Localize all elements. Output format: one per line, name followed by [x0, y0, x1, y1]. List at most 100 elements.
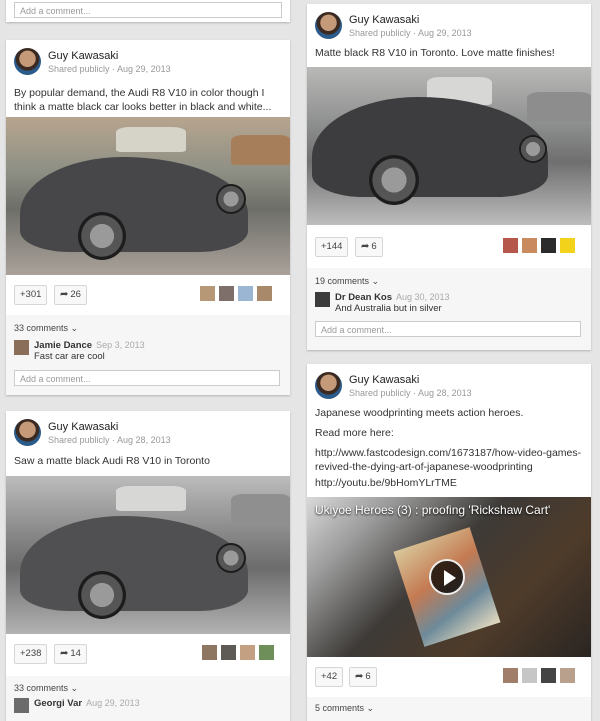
share-count: 6 — [365, 671, 371, 682]
face-avatar[interactable] — [238, 286, 253, 301]
photo-car — [312, 97, 548, 197]
post-photo[interactable] — [6, 476, 290, 634]
post-card: Guy Kawasaki Shared publicly · Aug 28, 2… — [307, 364, 591, 721]
share-count: 26 — [70, 289, 81, 300]
share-arrow-icon: ➦ — [60, 289, 69, 300]
post-photo[interactable] — [6, 117, 290, 275]
post-meta: Shared publicly · Aug 28, 2013 — [349, 388, 472, 398]
comments-toggle[interactable]: 19 comments ⌄ — [315, 276, 379, 287]
add-comment-input[interactable]: Add a comment... — [14, 370, 280, 386]
photo-wheel — [216, 184, 246, 214]
plus-oners-faces — [503, 238, 575, 254]
share-arrow-icon: ➦ — [355, 671, 364, 682]
author-name[interactable]: Guy Kawasaki — [349, 14, 419, 26]
comment-date: Aug 30, 2013 — [396, 292, 450, 302]
plus-one-button[interactable]: +238 — [14, 644, 48, 664]
comments-toggle[interactable]: 5 comments ⌄ — [315, 703, 374, 714]
face-avatar[interactable] — [259, 645, 274, 660]
face-avatar[interactable] — [240, 645, 255, 660]
face-avatar[interactable] — [522, 238, 537, 253]
photo-wheel — [78, 571, 126, 619]
author-avatar[interactable] — [315, 372, 342, 399]
author-name[interactable]: Guy Kawasaki — [48, 421, 118, 433]
author-name[interactable]: Guy Kawasaki — [349, 374, 419, 386]
post-text: Matte black R8 V10 in Toronto. Love matt… — [315, 47, 555, 59]
post-text: Japanese woodprinting meets action heroe… — [315, 407, 524, 419]
comment: Georgi Var Aug 29, 2013 — [14, 698, 274, 721]
add-comment-input[interactable]: Add a comment... — [14, 2, 282, 18]
face-avatar[interactable] — [560, 238, 575, 253]
face-avatar[interactable] — [522, 668, 537, 683]
photo-background-car — [116, 127, 186, 152]
face-avatar[interactable] — [541, 238, 556, 253]
commenter-avatar[interactable] — [14, 340, 29, 355]
photo-car — [20, 516, 248, 611]
photo-wheel — [216, 543, 246, 573]
post-text: By popular demand, the Audi R8 V10 in co… — [14, 87, 272, 113]
plus-oners-faces — [200, 286, 274, 302]
share-button[interactable]: ➦ 26 — [54, 285, 87, 305]
youtube-link[interactable]: http://youtu.be/9bHomYLrTME — [315, 476, 583, 490]
comments-area: 33 comments ⌄ Jamie Dance Sep 3, 2013 Fas… — [6, 315, 290, 395]
commenter-avatar[interactable] — [315, 292, 330, 307]
plus-oners-faces — [202, 645, 274, 661]
photo-background-car — [116, 486, 186, 511]
plus-oners-faces — [503, 668, 575, 684]
photo-car — [20, 157, 248, 252]
plus-one-button[interactable]: +301 — [14, 285, 48, 305]
post-photo[interactable] — [307, 67, 591, 225]
commenter-name[interactable]: Jamie Dance Sep 3, 2013 — [34, 340, 145, 351]
comment: Dr Dean Kos Aug 30, 2013 And Australia bu… — [315, 292, 575, 316]
article-link[interactable]: http://www.fastcodesign.com/1673187/how-… — [315, 446, 583, 474]
face-avatar[interactable] — [200, 286, 215, 301]
comments-area: 33 comments ⌄ Georgi Var Aug 29, 2013 — [6, 676, 290, 721]
add-comment-input[interactable]: Add a comment... — [315, 321, 581, 337]
share-count: 6 — [371, 241, 377, 252]
face-avatar[interactable] — [541, 668, 556, 683]
author-avatar[interactable] — [14, 419, 41, 446]
face-avatar[interactable] — [503, 238, 518, 253]
share-button[interactable]: ➦ 6 — [349, 667, 377, 687]
share-button[interactable]: ➦ 6 — [355, 237, 383, 257]
photo-wheel — [369, 155, 419, 205]
post-actions: +238 ➦ 14 — [14, 644, 282, 664]
post-text: Saw a matte black Audi R8 V10 in Toronto — [14, 455, 210, 467]
comment: Jamie Dance Sep 3, 2013 Fast car are cool — [14, 340, 274, 364]
comments-toggle[interactable]: 33 comments ⌄ — [14, 683, 78, 694]
commenter-name[interactable]: Dr Dean Kos Aug 30, 2013 — [335, 292, 450, 303]
plus-one-button[interactable]: +42 — [315, 667, 344, 687]
face-avatar[interactable] — [257, 286, 272, 301]
video-player[interactable]: Ukiyoe Heroes (3) : proofing 'Rickshaw C… — [307, 497, 591, 657]
read-more-text: Read more here: — [315, 427, 394, 439]
post-card: Guy Kawasaki Shared publicly · Aug 29, 2… — [307, 4, 591, 350]
comment-date: Sep 3, 2013 — [96, 340, 145, 350]
photo-wheel — [78, 212, 126, 260]
comment-text: Fast car are cool — [34, 351, 105, 362]
photo-background-car — [527, 92, 591, 122]
face-avatar[interactable] — [202, 645, 217, 660]
post-meta: Shared publicly · Aug 29, 2013 — [48, 64, 171, 74]
face-avatar[interactable] — [221, 645, 236, 660]
face-avatar[interactable] — [219, 286, 234, 301]
post-card: Guy Kawasaki Shared publicly · Aug 29, 2… — [6, 40, 290, 395]
post-meta: Shared publicly · Aug 29, 2013 — [349, 28, 472, 38]
photo-background-car — [231, 135, 290, 165]
author-avatar[interactable] — [315, 12, 342, 39]
face-avatar[interactable] — [503, 668, 518, 683]
author-name[interactable]: Guy Kawasaki — [48, 50, 118, 62]
face-avatar[interactable] — [560, 668, 575, 683]
share-button[interactable]: ➦ 14 — [54, 644, 87, 664]
author-avatar[interactable] — [14, 48, 41, 75]
previous-post-fragment: Add a comment... — [6, 0, 290, 22]
post-actions: +301 ➦ 26 — [14, 285, 282, 305]
photo-wheel — [519, 135, 547, 163]
photo-background-car — [231, 494, 290, 524]
comments-toggle[interactable]: 33 comments ⌄ — [14, 323, 78, 334]
commenter-name[interactable]: Georgi Var Aug 29, 2013 — [34, 698, 140, 709]
comment-date: Aug 29, 2013 — [86, 698, 140, 708]
post-actions: +144 ➦ 6 — [315, 237, 583, 257]
comment-text: And Australia but in silver — [335, 303, 442, 314]
comments-area: 19 comments ⌄ Dr Dean Kos Aug 30, 2013 An… — [307, 268, 591, 350]
play-icon[interactable] — [429, 559, 465, 595]
plus-one-button[interactable]: +144 — [315, 237, 349, 257]
